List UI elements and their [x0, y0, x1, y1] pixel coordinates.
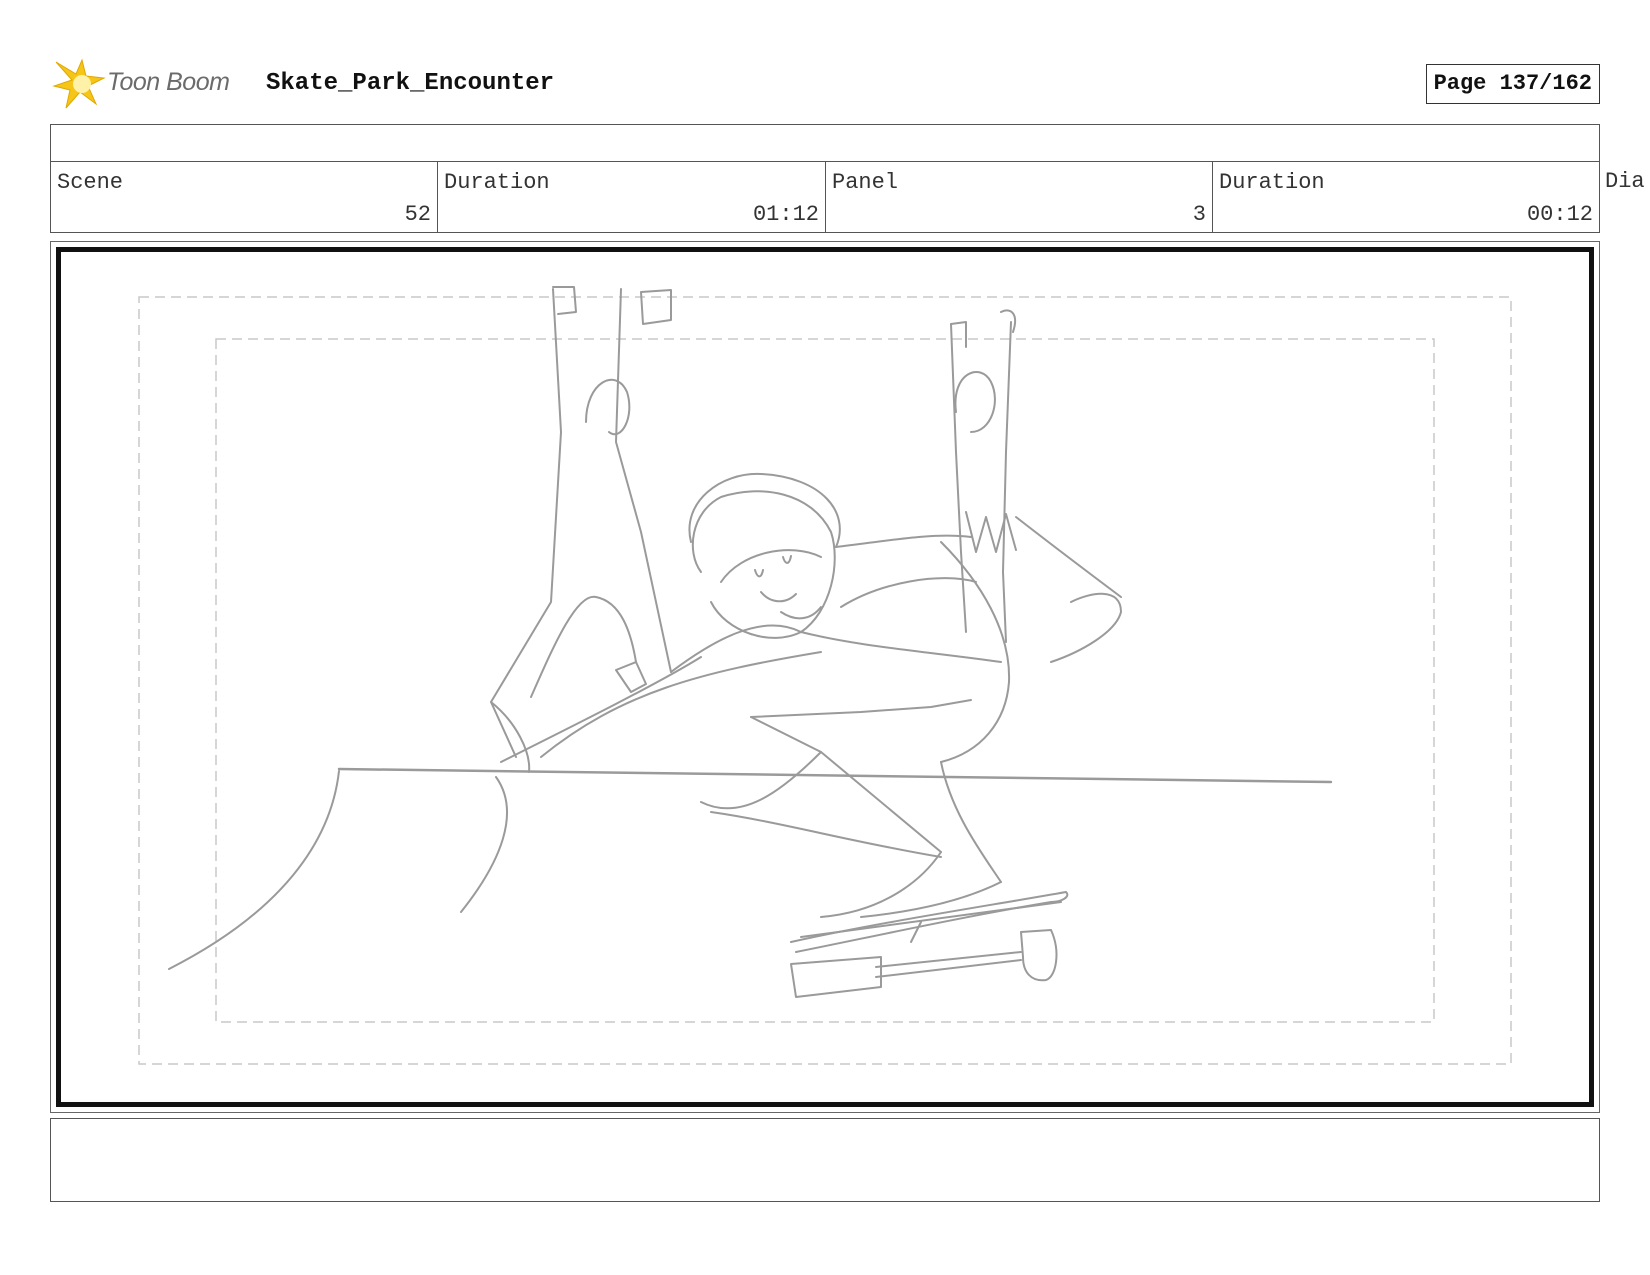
sketch-drawing — [138, 286, 1512, 1065]
panel-frame — [56, 247, 1594, 1107]
scene-duration-cell: Duration 01:12 — [437, 161, 826, 233]
scene-value: 52 — [404, 202, 431, 227]
skater-sketch — [168, 286, 1333, 998]
starburst-icon — [52, 58, 106, 109]
storyboard-header: Toon Boom Skate_Park_Encounter Page 137/… — [50, 56, 1600, 112]
toon-boom-logo: Toon Boom — [50, 56, 250, 112]
panel-info-row: Scene 52 Duration 01:12 Panel 3 Duration… — [50, 161, 1650, 235]
panel-label: Panel — [832, 170, 899, 195]
panel-duration-cell: Duration 00:12 — [1212, 161, 1600, 233]
scene-duration-label: Duration — [444, 170, 550, 195]
dialog-label: Dia — [1605, 169, 1645, 194]
panel-duration-label: Duration — [1219, 170, 1325, 195]
logo-text: Toon Boom — [107, 68, 230, 96]
panel-image-area — [50, 241, 1600, 1113]
scene-duration-value: 01:12 — [752, 202, 819, 227]
page-indicator: Page 137/162 — [1425, 64, 1600, 104]
notes-box — [50, 1118, 1600, 1202]
project-title: Skate_Park_Encounter — [266, 70, 555, 97]
title-safe-frame — [215, 338, 1435, 1023]
panel-cell: Panel 3 — [825, 161, 1213, 233]
scene-cell: Scene 52 — [50, 161, 438, 233]
scene-label: Scene — [57, 170, 124, 195]
caption-strip — [50, 124, 1600, 161]
panel-duration-value: 00:12 — [1526, 202, 1593, 227]
action-safe-frame — [138, 296, 1512, 1065]
panel-value: 3 — [1192, 202, 1206, 227]
